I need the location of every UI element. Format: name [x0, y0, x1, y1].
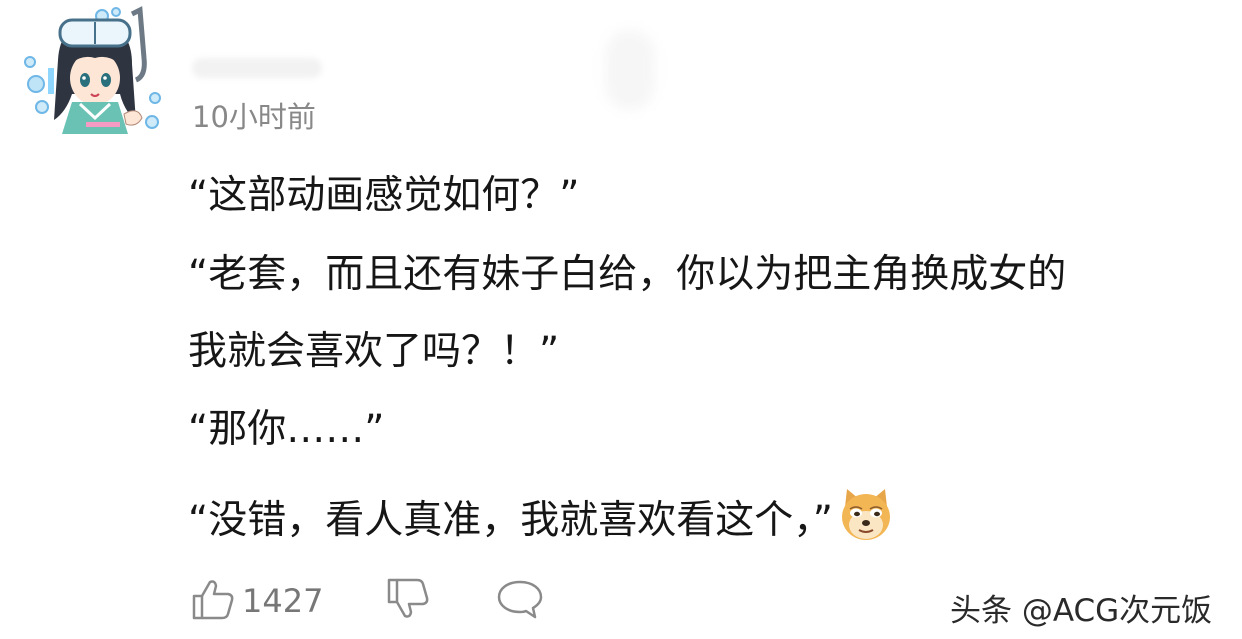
comment-line-2: “老套，而且还有妹子白给，你以为把主角换成女的: [188, 252, 1067, 297]
like-button[interactable]: 1427: [190, 576, 323, 626]
comment-line-3: 我就会喜欢了吗？！”: [188, 329, 560, 374]
reply-button[interactable]: [495, 576, 545, 626]
thumbs-down-icon: [385, 576, 431, 626]
doge-emoji-icon: [837, 485, 895, 543]
like-count: 1427: [242, 582, 324, 620]
comment-line-1: “这部动画感觉如何？”: [188, 173, 580, 218]
reply-bubble-icon: [495, 576, 545, 626]
comment-line-5-text: “没错，看人真准，我就喜欢看这个，”: [188, 498, 833, 543]
avatar-image: [24, 6, 161, 134]
source-watermark: 头条 @ACG次元饭: [950, 593, 1213, 629]
username-placeholder: [192, 58, 322, 78]
comment-line-4: “那你……”: [188, 407, 385, 452]
comment-timestamp: 10小时前: [192, 100, 316, 134]
background-smudge: [605, 30, 655, 110]
comment-line-5: “没错，看人真准，我就喜欢看这个，”: [188, 485, 895, 545]
avatar[interactable]: [20, 2, 170, 140]
dislike-button[interactable]: [385, 576, 431, 626]
thumbs-up-icon: [190, 576, 236, 626]
